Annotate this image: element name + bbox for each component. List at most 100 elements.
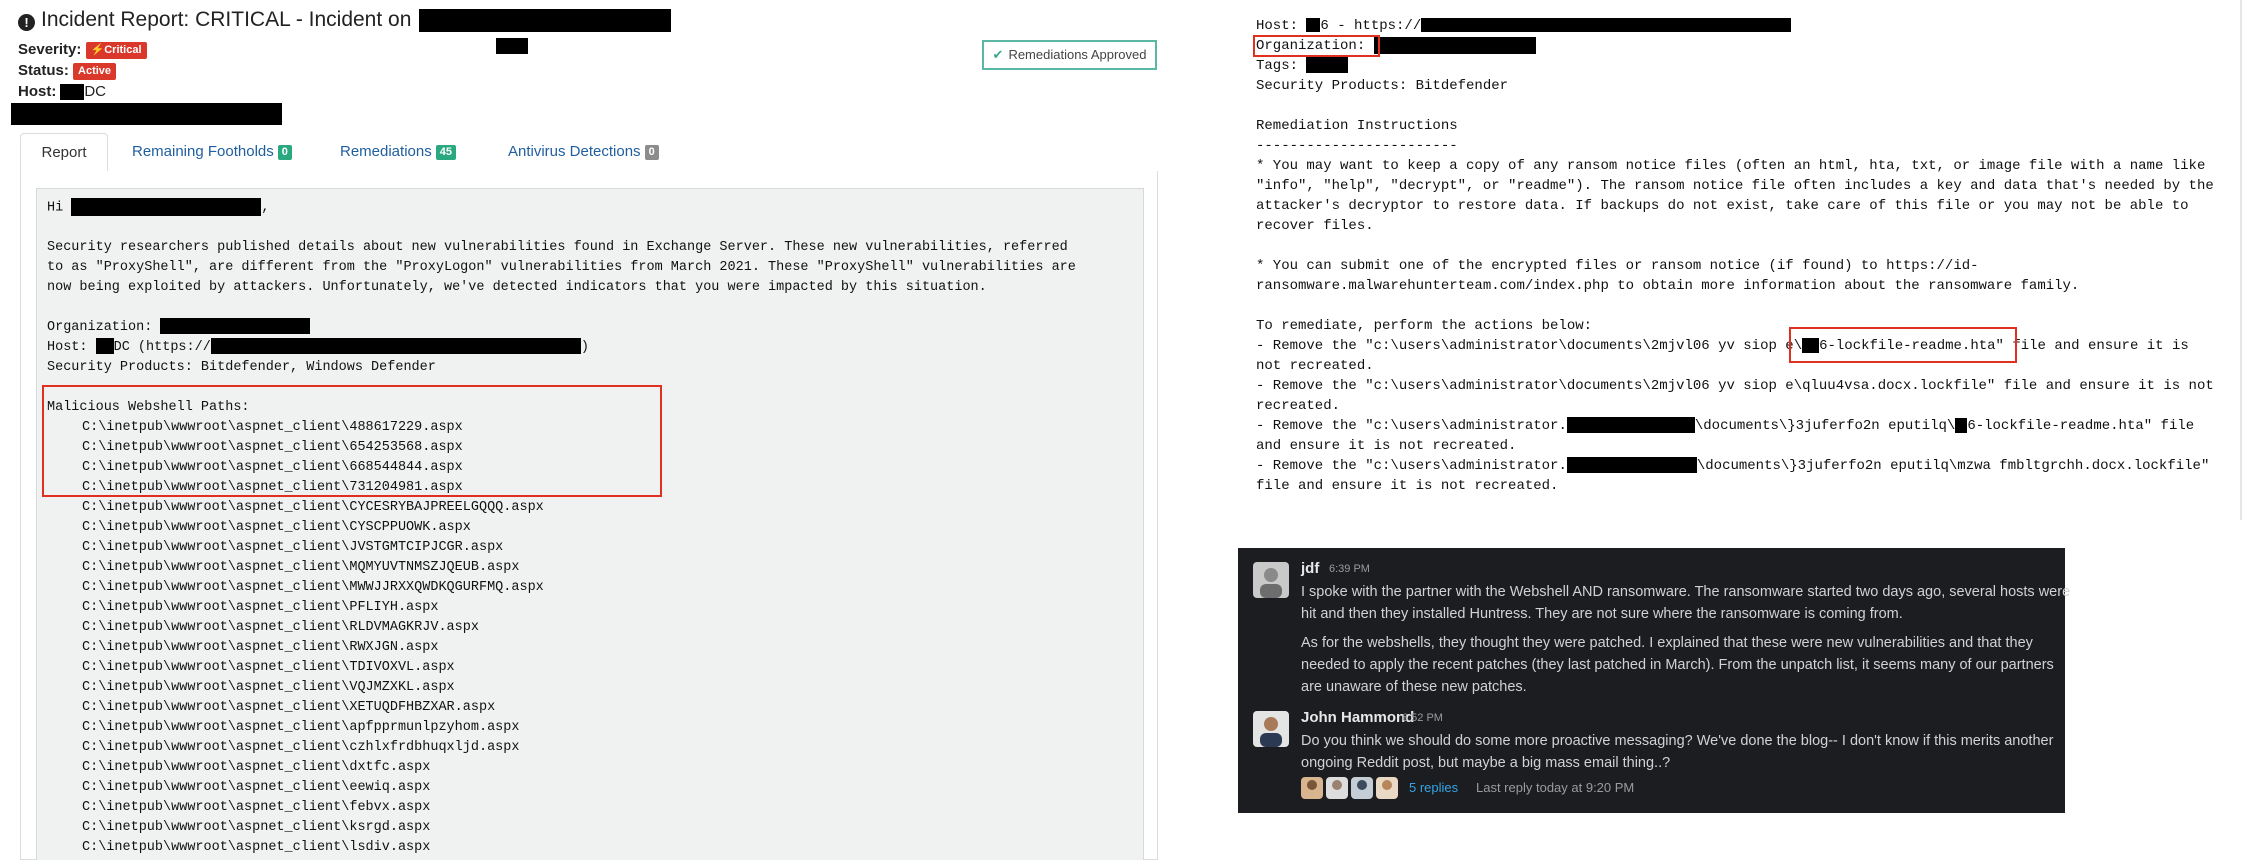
redacted-block — [1421, 18, 1792, 33]
severity-label: Severity: — [18, 41, 82, 58]
step-text: - Remove the "c:\users\administrator\doc… — [1256, 338, 1803, 354]
thread-replies-link[interactable]: 5 replies — [1409, 780, 1458, 795]
redacted-block — [419, 8, 672, 32]
exclamation-circle-icon: ! — [18, 14, 35, 31]
approved-label: Remediations Approved — [1008, 47, 1147, 62]
step-text: 6-lockfile-readme.hta" file — [1967, 418, 2195, 434]
remediation-step: not recreated. — [1256, 358, 1374, 374]
tab-label: Remaining Footholds — [132, 143, 274, 160]
redacted-block — [160, 318, 311, 335]
avatar — [1376, 777, 1398, 799]
webshell-path: C:\inetpub\wwwroot\aspnet_client\RLDVMAG… — [82, 620, 479, 635]
host-line: Host: 6 - https:// — [1256, 16, 1792, 36]
host-prefix: Host: — [1256, 18, 1307, 34]
timestamp[interactable]: 6:52 PM — [1402, 712, 1443, 724]
webshell-path: C:\inetpub\wwwroot\aspnet_client\RWXJGN.… — [82, 640, 439, 655]
remediation-step: and ensure it is not recreated. — [1256, 438, 1517, 454]
step-text: \documents\}3juferfo2n eputilq\ — [1694, 418, 1956, 434]
count-badge: 0 — [644, 145, 659, 160]
tab-antivirus-detections[interactable]: Antivirus Detections 0 — [496, 133, 671, 171]
redacted-block — [1566, 457, 1697, 474]
report-paragraph-line: now being exploited by attackers. Unfort… — [47, 280, 987, 295]
username[interactable]: John Hammond — [1301, 709, 1414, 726]
remediation-rule: ------------------------ — [1256, 138, 1458, 154]
username[interactable]: jdf — [1301, 560, 1319, 577]
greeting: Hi — [47, 200, 64, 216]
last-reply-text: Last reply today at 9:20 PM — [1476, 780, 1635, 795]
products-line: Security Products: Bitdefender, Windows … — [47, 360, 436, 375]
redacted-block — [210, 338, 581, 355]
instruction-line: recover files. — [1256, 218, 1374, 234]
redacted-block — [71, 198, 262, 216]
title-text: Incident Report: CRITICAL - Incident on — [41, 8, 412, 31]
avatar[interactable] — [1253, 562, 1289, 598]
count-badge: 0 — [277, 145, 292, 160]
message-text: Do you think we should do some more proa… — [1301, 733, 2054, 771]
host-line: Host: DC (https://) — [47, 338, 589, 355]
redacted-block — [1306, 57, 1349, 74]
tab-bar: Report Remaining Footholds 0 Remediations… — [20, 133, 1158, 172]
webshell-path: C:\inetpub\wwwroot\aspnet_client\apfpprm… — [82, 720, 520, 735]
highlight-box — [1789, 327, 2017, 363]
host-row: Host: DC — [18, 82, 106, 102]
severity-row: Severity: ⚡Critical — [18, 40, 147, 60]
highlight-box — [42, 385, 662, 497]
instruction-line: ransomware.malwarehunterteam.com/index.p… — [1256, 278, 2080, 294]
check-icon: ✔ — [992, 47, 1004, 62]
webshell-path: C:\inetpub\wwwroot\aspnet_client\czhlxfr… — [82, 740, 520, 755]
products-line: Security Products: Bitdefender — [1256, 78, 1509, 94]
greeting-line: Hi , — [47, 198, 269, 219]
redacted-block — [1306, 18, 1321, 33]
redacted-block — [496, 38, 528, 54]
avatar[interactable] — [1253, 711, 1289, 747]
webshell-path: C:\inetpub\wwwroot\aspnet_client\CYSCPPU… — [82, 520, 471, 535]
webshell-path: C:\inetpub\wwwroot\aspnet_client\febvx.a… — [82, 800, 431, 815]
webshell-path: C:\inetpub\wwwroot\aspnet_client\MQMYUVT… — [82, 560, 520, 575]
webshell-path: C:\inetpub\wwwroot\aspnet_client\XETUQDF… — [82, 700, 496, 715]
tab-remediations[interactable]: Remediations 45 — [328, 133, 468, 171]
org-label: Organization: — [47, 320, 153, 335]
status-label: Status: — [18, 62, 69, 79]
redacted-block — [11, 103, 282, 125]
host-mid: 6 - https:// — [1320, 18, 1422, 34]
tab-report[interactable]: Report — [20, 133, 108, 172]
status-badge: Active — [73, 63, 117, 80]
webshell-path: C:\inetpub\wwwroot\aspnet_client\CYCESRY… — [82, 500, 544, 515]
tab-label: Remediations — [340, 143, 432, 160]
avatar — [1326, 777, 1348, 799]
host-label: Host: — [47, 340, 88, 355]
webshell-path: C:\inetpub\wwwroot\aspnet_client\ksrgd.a… — [82, 820, 431, 835]
redacted-block — [1955, 417, 1968, 433]
page-title: ! Incident Report: CRITICAL - Incident on — [18, 7, 672, 33]
incident-report-panel: ! Incident Report: CRITICAL - Incident on… — [0, 0, 1175, 860]
tab-label: Antivirus Detections — [508, 143, 641, 160]
tags-label: Tags: — [1256, 58, 1307, 74]
webshell-path: C:\inetpub\wwwroot\aspnet_client\MWWJJRX… — [82, 580, 544, 595]
severity-badge: ⚡Critical — [85, 42, 147, 59]
step-text: - Remove the "c:\users\administrator. — [1256, 458, 1567, 474]
redacted-block — [60, 84, 85, 101]
report-body: Hi , Security researchers published deta… — [36, 188, 1144, 860]
webshell-path: C:\inetpub\wwwroot\aspnet_client\VQJMZXK… — [82, 680, 455, 695]
count-badge: 45 — [435, 145, 456, 160]
host-label: Host: — [18, 83, 57, 100]
status-row: Status: Active — [18, 61, 117, 81]
redacted-block — [1373, 36, 1536, 54]
webshell-path: C:\inetpub\wwwroot\aspnet_client\JVSTGMT… — [82, 540, 504, 555]
highlight-box — [1253, 35, 1380, 57]
webshell-path: C:\inetpub\wwwroot\aspnet_client\PFLIYH.… — [82, 600, 439, 615]
remediation-step: file and ensure it is not recreated. — [1256, 478, 1559, 494]
remediation-step: recreated. — [1256, 398, 1341, 414]
webshell-path: C:\inetpub\wwwroot\aspnet_client\dxtfc.a… — [82, 760, 431, 775]
tab-remaining-footholds[interactable]: Remaining Footholds 0 — [120, 133, 304, 171]
step-text: \documents\}3juferfo2n eputilq\mzwa fmbl… — [1696, 458, 2210, 474]
webshell-path: C:\inetpub\wwwroot\aspnet_client\TDIVOXV… — [82, 660, 455, 675]
tags-line: Tags: — [1256, 56, 1349, 76]
remediation-step: - Remove the "c:\users\administrator\doc… — [1256, 378, 2214, 394]
remediation-step: - Remove the "c:\users\administrator. \do… — [1256, 416, 2194, 436]
remediations-approved-button[interactable]: ✔ Remediations Approved — [982, 40, 1157, 70]
redacted-block — [1566, 417, 1695, 434]
remediation-step: - Remove the "c:\users\administrator\doc… — [1256, 336, 2189, 356]
message-text: I spoke with the partner with the Webshe… — [1301, 584, 2071, 622]
timestamp[interactable]: 6:39 PM — [1329, 563, 1370, 575]
